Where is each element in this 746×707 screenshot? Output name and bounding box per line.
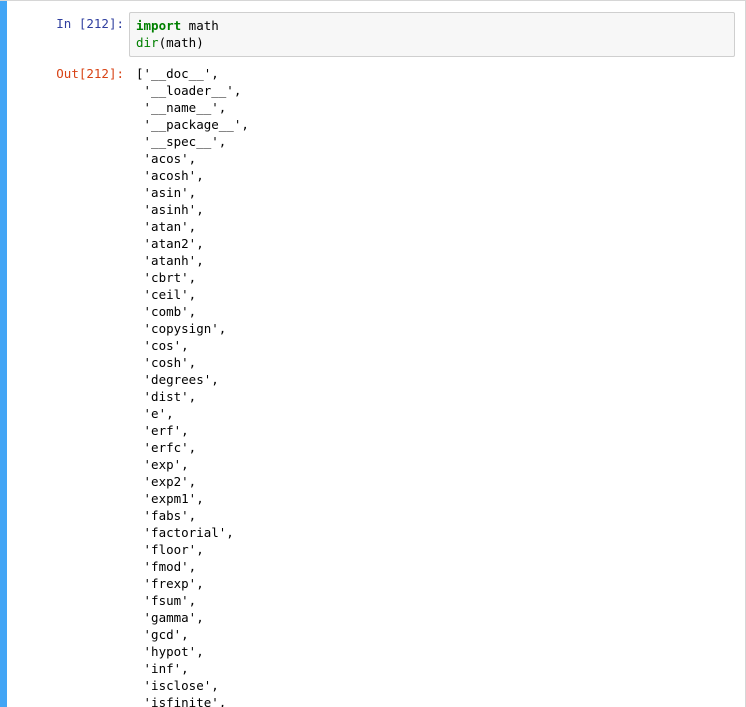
output-line: 'floor', bbox=[136, 542, 204, 557]
import-keyword: import bbox=[136, 18, 182, 33]
output-line: ['__doc__', bbox=[136, 66, 219, 81]
output-line: 'cosh', bbox=[136, 355, 197, 370]
output-line: 'fsum', bbox=[136, 593, 197, 608]
output-line: 'acos', bbox=[136, 151, 197, 166]
output-line: 'hypot', bbox=[136, 644, 204, 659]
output-line: 'expm1', bbox=[136, 491, 204, 506]
output-line: 'ceil', bbox=[136, 287, 197, 302]
output-line: 'gcd', bbox=[136, 627, 189, 642]
output-line: 'inf', bbox=[136, 661, 189, 676]
code-line: dir(math) bbox=[136, 34, 728, 51]
output-line: 'fmod', bbox=[136, 559, 197, 574]
code-line: import math bbox=[136, 17, 728, 34]
output-line: 'factorial', bbox=[136, 525, 234, 540]
output-line: 'asin', bbox=[136, 185, 197, 200]
output-line: '__spec__', bbox=[136, 134, 227, 149]
output-line: 'dist', bbox=[136, 389, 197, 404]
output-line: 'asinh', bbox=[136, 202, 204, 217]
output-area: ['__doc__', '__loader__', '__name__', '_… bbox=[136, 65, 736, 707]
builtin-function: dir bbox=[136, 35, 159, 50]
output-line: 'cbrt', bbox=[136, 270, 197, 285]
output-line: 'acosh', bbox=[136, 168, 204, 183]
output-line: 'erf', bbox=[136, 423, 189, 438]
output-line: 'isclose', bbox=[136, 678, 219, 693]
output-line: 'fabs', bbox=[136, 508, 197, 523]
output-line: '__package__', bbox=[136, 117, 249, 132]
output-line: 'e', bbox=[136, 406, 174, 421]
output-line: 'copysign', bbox=[136, 321, 227, 336]
output-line: 'atan', bbox=[136, 219, 197, 234]
output-line: 'atanh', bbox=[136, 253, 204, 268]
output-line: 'gamma', bbox=[136, 610, 204, 625]
output-prompt: Out[212]: bbox=[56, 66, 124, 81]
output-line: 'exp', bbox=[136, 457, 189, 472]
output-line: 'erfc', bbox=[136, 440, 197, 455]
output-line: 'isfinite', bbox=[136, 695, 227, 707]
module-name: math bbox=[181, 18, 219, 33]
code-editor[interactable]: import math dir(math) bbox=[129, 12, 735, 57]
output-line: 'exp2', bbox=[136, 474, 197, 489]
output-line: '__name__', bbox=[136, 100, 227, 115]
output-line: 'degrees', bbox=[136, 372, 219, 387]
function-args: (math) bbox=[158, 35, 204, 50]
output-line: 'frexp', bbox=[136, 576, 204, 591]
output-line: 'cos', bbox=[136, 338, 189, 353]
output-line: 'comb', bbox=[136, 304, 197, 319]
input-prompt: In [212]: bbox=[56, 16, 124, 31]
code-cell[interactable]: In [212]: import math dir(math) Out[212]… bbox=[0, 0, 746, 707]
output-line: '__loader__', bbox=[136, 83, 242, 98]
output-line: 'atan2', bbox=[136, 236, 204, 251]
cell-selection-bar bbox=[0, 1, 7, 707]
